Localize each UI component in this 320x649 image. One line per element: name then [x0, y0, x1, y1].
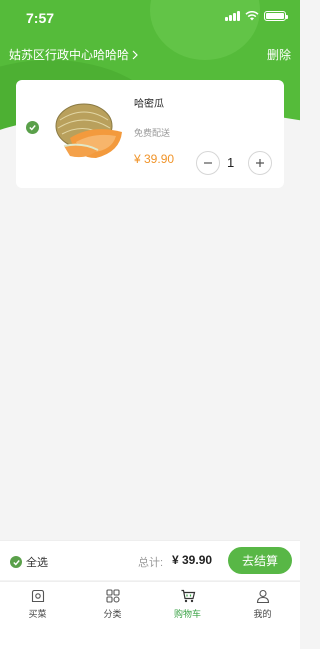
tab-category[interactable]: 分类 — [75, 582, 150, 622]
tab-label: 买菜 — [28, 609, 47, 619]
tab-bar: 买菜 分类 购物车 我的 — [0, 581, 300, 649]
cart-icon — [181, 589, 195, 603]
decrease-quantity-button[interactable] — [196, 151, 220, 175]
check-icon — [12, 559, 20, 566]
checkout-bar: 全选 总计: ¥ 39.90 去结算 — [0, 540, 300, 580]
tab-profile[interactable]: 我的 — [225, 582, 300, 622]
wifi-icon — [245, 11, 259, 21]
delivery-info: 免费配送 — [134, 128, 171, 138]
user-icon — [256, 589, 269, 604]
tab-cart[interactable]: 购物车 — [150, 582, 225, 622]
delete-button[interactable]: 删除 — [267, 46, 291, 63]
signal-icon — [225, 11, 240, 21]
product-name[interactable]: 哈密瓜 — [134, 95, 164, 110]
quantity-value: 1 — [227, 155, 235, 170]
melon-image[interactable] — [48, 94, 128, 168]
cart-item: 哈密瓜 免费配送 ¥ 39.90 1 — [16, 80, 284, 188]
location-label: 姑苏区行政中心哈哈哈 — [9, 48, 130, 62]
status-icons — [225, 11, 288, 21]
category-icon — [105, 589, 120, 603]
item-select-checkbox[interactable] — [26, 121, 39, 134]
total-label: 总计: — [138, 557, 164, 569]
shop-icon — [31, 589, 44, 603]
chevron-right-icon — [132, 50, 138, 59]
status-bar: 7:57 — [0, 0, 300, 36]
checkout-button[interactable]: 去结算 — [228, 547, 292, 574]
select-all-checkbox[interactable] — [10, 556, 22, 568]
increase-quantity-button[interactable] — [248, 151, 272, 175]
product-price: ¥ 39.90 — [134, 152, 175, 166]
check-icon — [29, 125, 36, 131]
tab-label: 购物车 — [173, 609, 201, 619]
tab-shop[interactable]: 买菜 — [0, 582, 75, 622]
location-bar: 姑苏区行政中心哈哈哈 删除 — [0, 44, 300, 64]
select-all-toggle[interactable]: 全选 — [10, 554, 48, 570]
total-value: ¥ 39.90 — [172, 553, 213, 567]
battery-icon — [264, 11, 288, 21]
plus-icon — [256, 159, 264, 167]
location-selector[interactable]: 姑苏区行政中心哈哈哈 — [9, 46, 139, 63]
minus-icon — [204, 162, 212, 164]
status-time: 7:57 — [26, 10, 55, 26]
tab-label: 我的 — [253, 609, 272, 619]
select-all-label: 全选 — [26, 557, 48, 569]
tab-label: 分类 — [103, 609, 122, 619]
